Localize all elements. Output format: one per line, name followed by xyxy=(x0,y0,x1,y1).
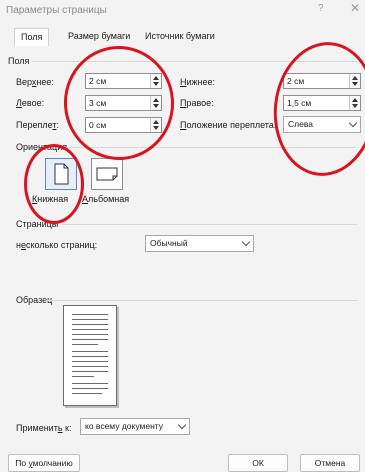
chevron-down-icon xyxy=(177,420,187,430)
apply-to-value: ко всему документу xyxy=(85,421,164,431)
apply-to-label: Применить к: xyxy=(16,423,72,433)
help-icon[interactable]: ? xyxy=(318,3,324,14)
preview-line xyxy=(72,314,108,315)
preview-divider xyxy=(46,300,357,301)
tab-strip: Поля Размер бумаги Источник бумаги xyxy=(6,28,361,48)
preview-line xyxy=(72,393,102,394)
chevron-down-icon xyxy=(241,237,251,247)
apply-to-select[interactable]: ко всему документу xyxy=(80,418,190,435)
preview-line xyxy=(72,351,108,352)
landscape-label: Альбомная xyxy=(82,194,130,204)
tab-paper-size[interactable]: Размер бумаги xyxy=(62,28,136,45)
window-title: Параметры страницы xyxy=(6,5,107,16)
tab-paper-source[interactable]: Источник бумаги xyxy=(139,28,221,45)
margins-group-label: Поля xyxy=(8,56,30,66)
preview-line xyxy=(72,371,108,372)
gutter-position-label: Положение переплета: xyxy=(180,120,277,130)
gutter-label: Переплет: xyxy=(16,120,59,130)
top-margin-label: Верхнее: xyxy=(16,77,54,87)
annotation-ellipse-portrait xyxy=(24,144,84,224)
right-margin-label: Правое: xyxy=(180,98,214,108)
preview-line xyxy=(72,344,98,345)
bottom-margin-label: Нижнее: xyxy=(180,77,216,87)
preview-line xyxy=(72,356,108,357)
landscape-button[interactable] xyxy=(91,158,123,190)
preview-line xyxy=(72,388,108,389)
multiple-pages-value: Обычный xyxy=(150,238,188,248)
set-default-button[interactable]: По умолчанию xyxy=(8,454,80,472)
preview-line xyxy=(72,383,108,384)
preview-line xyxy=(72,334,108,335)
preview-line xyxy=(72,324,108,325)
left-margin-label: Левое: xyxy=(16,98,45,108)
close-icon[interactable]: ✕ xyxy=(350,1,360,15)
multiple-pages-label: несколько страниц: xyxy=(16,240,98,250)
preview-line xyxy=(72,366,108,367)
tab-margins[interactable]: Поля xyxy=(14,28,50,48)
preview-line xyxy=(72,361,108,362)
preview-line xyxy=(72,339,108,340)
cancel-button[interactable]: Отмена xyxy=(300,454,360,472)
page-preview xyxy=(63,305,117,406)
landscape-page-icon xyxy=(96,167,118,181)
multiple-pages-select[interactable]: Обычный xyxy=(145,235,254,252)
preview-line xyxy=(72,329,108,330)
ok-button[interactable]: ОК xyxy=(228,454,288,472)
preview-line xyxy=(72,319,108,320)
preview-line xyxy=(72,376,94,377)
pages-divider xyxy=(62,224,357,225)
